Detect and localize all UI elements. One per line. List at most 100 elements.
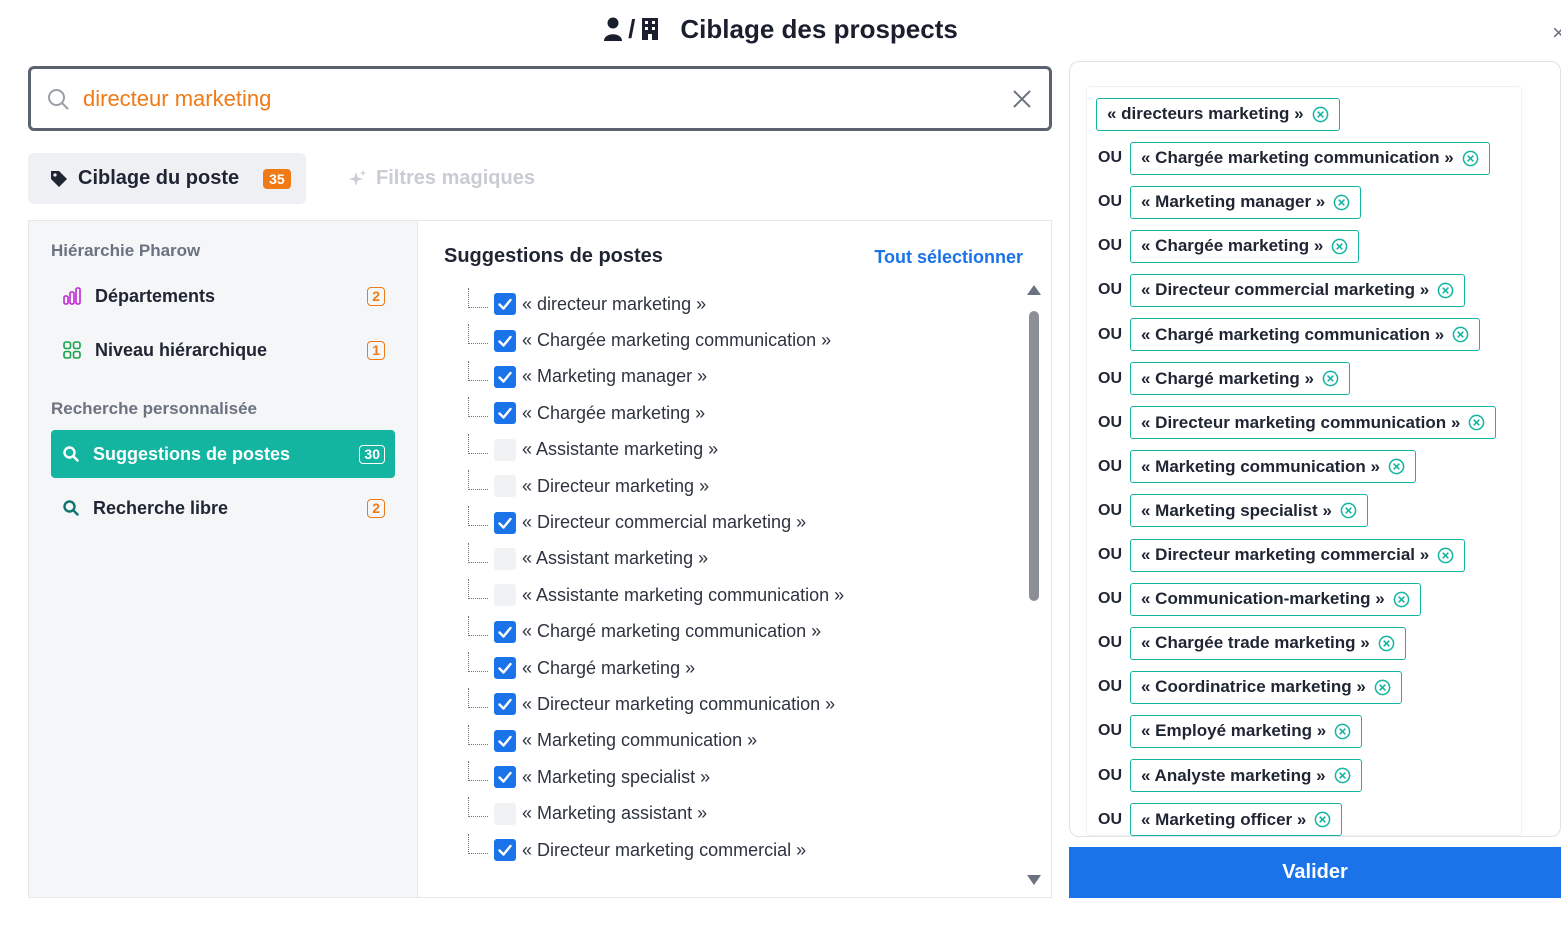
- suggestion-row[interactable]: « Directeur marketing communication »: [468, 686, 1008, 722]
- selected-chip: « Marketing communication »: [1130, 450, 1416, 484]
- suggestion-checkbox[interactable]: [494, 511, 516, 534]
- suggestion-row[interactable]: « Marketing assistant »: [468, 795, 1008, 831]
- suggestion-row[interactable]: « Directeur marketing commercial »: [468, 832, 1008, 868]
- suggestion-row[interactable]: « Directeur commercial marketing »: [468, 504, 1008, 540]
- suggestion-row[interactable]: « Marketing communication »: [468, 723, 1008, 759]
- or-connector: OU: [1098, 678, 1122, 696]
- suggestion-row[interactable]: « Chargé marketing communication »: [468, 614, 1008, 650]
- suggestion-checkbox[interactable]: [494, 620, 516, 643]
- selected-chip: « Employé marketing »: [1130, 714, 1363, 748]
- tab-ciblage-label: Ciblage du poste: [78, 167, 240, 189]
- sidebar-item-suggestions[interactable]: Suggestions de postes 30: [51, 430, 395, 478]
- suggestion-row[interactable]: « Chargée marketing communication »: [468, 322, 1008, 358]
- tree-connector: [468, 615, 488, 636]
- remove-chip-icon[interactable]: [1334, 723, 1351, 740]
- suggestion-row[interactable]: « Directeur marketing »: [468, 468, 1008, 504]
- selected-chip-row: OU « Chargée marketing communication »: [1087, 140, 1490, 176]
- selected-chip-row: OU « Communication-marketing »: [1087, 581, 1421, 617]
- suggestion-label: « Directeur marketing »: [522, 475, 710, 496]
- remove-chip-icon[interactable]: [1462, 150, 1479, 167]
- chip-label: « Directeur marketing commercial »: [1141, 545, 1430, 564]
- selected-chips-list: « directeurs marketing » OU « Chargée mark…: [1086, 86, 1522, 836]
- search-input[interactable]: [83, 85, 1011, 112]
- suggestion-checkbox[interactable]: [494, 438, 516, 461]
- suggestion-checkbox[interactable]: [494, 693, 516, 716]
- remove-chip-icon[interactable]: [1331, 238, 1348, 255]
- sidebar-item-recherche-libre[interactable]: Recherche libre 2: [51, 484, 395, 532]
- chip-label: « Chargé marketing »: [1141, 368, 1314, 388]
- suggestion-checkbox[interactable]: [494, 293, 516, 316]
- clear-search-icon[interactable]: [1011, 88, 1033, 110]
- suggestion-label: « Marketing manager »: [522, 366, 708, 387]
- scroll-up-icon[interactable]: [1027, 285, 1041, 295]
- suggestion-checkbox[interactable]: [494, 402, 516, 425]
- suggestions-scrollbar[interactable]: [1027, 285, 1041, 885]
- suggestion-label: « Assistant marketing »: [522, 548, 709, 569]
- suggestion-row[interactable]: « Assistante marketing communication »: [468, 577, 1008, 613]
- suggestion-checkbox[interactable]: [494, 329, 516, 352]
- suggestion-label: « Directeur marketing communication »: [522, 693, 836, 714]
- remove-chip-icon[interactable]: [1334, 767, 1351, 784]
- suggestion-checkbox[interactable]: [494, 547, 516, 570]
- selected-chip-row: OU « Employé marketing »: [1087, 713, 1363, 749]
- remove-chip-icon[interactable]: [1314, 811, 1331, 828]
- remove-chip-icon[interactable]: [1452, 326, 1469, 343]
- suggestion-checkbox[interactable]: [494, 584, 516, 607]
- remove-chip-icon[interactable]: [1393, 591, 1410, 608]
- validate-button[interactable]: Valider: [1069, 847, 1561, 898]
- remove-chip-icon[interactable]: [1388, 458, 1405, 475]
- or-connector: OU: [1098, 325, 1122, 343]
- selected-chip-row: OU « Analyste marketing »: [1087, 758, 1362, 794]
- suggestion-row[interactable]: « Chargé marketing »: [468, 650, 1008, 686]
- sidebar-item-departements[interactable]: Départements 2: [51, 272, 395, 320]
- tab-ciblage-du-poste[interactable]: Ciblage du poste 35: [28, 153, 306, 204]
- suggestion-checkbox[interactable]: [494, 766, 516, 789]
- suggestion-row[interactable]: « Assistant marketing »: [468, 541, 1008, 577]
- user-icon: [604, 17, 623, 41]
- suggestion-checkbox[interactable]: [494, 365, 516, 388]
- suggestion-checkbox[interactable]: [494, 839, 516, 862]
- remove-chip-icon[interactable]: [1437, 547, 1454, 564]
- sidebar-item-niveau[interactable]: Niveau hiérarchique 1: [51, 326, 395, 374]
- suggestion-row[interactable]: « Chargée marketing »: [468, 395, 1008, 431]
- suggestion-checkbox[interactable]: [494, 729, 516, 752]
- suggestion-label: « Directeur commercial marketing »: [522, 512, 807, 533]
- remove-chip-icon[interactable]: [1333, 194, 1350, 211]
- suggestion-checkbox[interactable]: [494, 802, 516, 825]
- tree-connector: [468, 542, 488, 563]
- or-connector: OU: [1098, 413, 1122, 431]
- tree-connector: [468, 724, 488, 745]
- or-connector: OU: [1098, 810, 1122, 828]
- tab-magic-label: Filtres magiques: [376, 167, 535, 189]
- suggestion-label: « Directeur marketing commercial »: [522, 839, 807, 860]
- suggestion-checkbox[interactable]: [494, 657, 516, 680]
- or-connector: OU: [1098, 501, 1122, 519]
- suggestion-checkbox[interactable]: [494, 475, 516, 498]
- remove-chip-icon[interactable]: [1374, 679, 1391, 696]
- chip-label: « Analyste marketing »: [1141, 765, 1326, 785]
- suggestion-row[interactable]: « Marketing specialist »: [468, 759, 1008, 795]
- remove-chip-icon[interactable]: [1322, 370, 1339, 387]
- scroll-thumb[interactable]: [1029, 311, 1039, 601]
- tree-connector: [468, 797, 488, 818]
- chip-label: « Communication-marketing »: [1141, 589, 1385, 609]
- suggestion-row[interactable]: « Marketing manager »: [468, 359, 1008, 395]
- suggestion-row[interactable]: « directeur marketing »: [468, 286, 1008, 322]
- or-connector: OU: [1098, 149, 1122, 167]
- check-icon: [498, 335, 512, 347]
- search-icon: [63, 446, 79, 462]
- search-box: [28, 66, 1052, 131]
- tab-filtres-magiques[interactable]: Filtres magiques: [348, 153, 535, 204]
- selected-chip: « directeurs marketing »: [1096, 97, 1340, 131]
- remove-chip-icon[interactable]: [1340, 502, 1357, 519]
- departements-count: 2: [367, 286, 385, 306]
- remove-chip-icon[interactable]: [1378, 635, 1395, 652]
- close-icon[interactable]: ×: [1552, 20, 1561, 46]
- select-all-link[interactable]: Tout sélectionner: [874, 247, 1023, 268]
- scroll-down-icon[interactable]: [1027, 875, 1041, 885]
- selected-chip-row: OU « Marketing manager »: [1087, 184, 1362, 220]
- suggestion-row[interactable]: « Assistante marketing »: [468, 432, 1008, 468]
- remove-chip-icon[interactable]: [1312, 106, 1329, 123]
- remove-chip-icon[interactable]: [1437, 282, 1454, 299]
- remove-chip-icon[interactable]: [1468, 414, 1485, 431]
